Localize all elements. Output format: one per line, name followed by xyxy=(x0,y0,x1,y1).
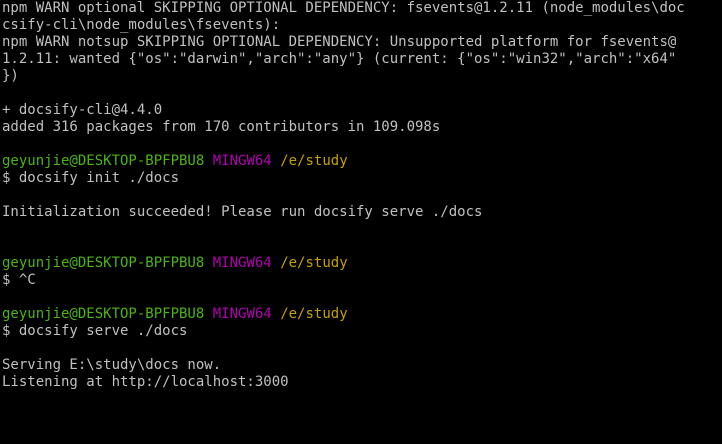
prompt-path: /e/study xyxy=(280,153,348,169)
output-line: csify-cli\node_modules\fsevents): xyxy=(2,17,281,33)
command-line: $ ^C xyxy=(2,272,36,288)
prompt-system: MINGW64 xyxy=(212,255,272,271)
prompt-line: geyunjie@DESKTOP-BPFPBU8 MINGW64 /e/stud… xyxy=(2,306,722,323)
prompt-user-host: geyunjie@DESKTOP-BPFPBU8 xyxy=(2,306,205,322)
output-line: Initialization succeeded! Please run doc… xyxy=(2,204,483,220)
prompt-system: MINGW64 xyxy=(212,306,272,322)
output-line: Serving E:\study\docs now. xyxy=(2,357,222,373)
output-line: 1.2.11: wanted {"os":"darwin","arch":"an… xyxy=(2,51,677,67)
prompt-line: geyunjie@DESKTOP-BPFPBU8 MINGW64 /e/stud… xyxy=(2,153,722,170)
prompt-path: /e/study xyxy=(280,306,348,322)
prompt-line: geyunjie@DESKTOP-BPFPBU8 MINGW64 /e/stud… xyxy=(2,255,722,272)
prompt-path: /e/study xyxy=(280,255,348,271)
output-line: }) xyxy=(2,68,19,84)
command-line: $ docsify serve ./docs xyxy=(2,323,188,339)
output-line: npm WARN notsup SKIPPING OPTIONAL DEPEND… xyxy=(2,34,677,50)
command-line: $ docsify init ./docs xyxy=(2,170,180,186)
output-line: + docsify-cli@4.4.0 xyxy=(2,102,163,118)
prompt-system: MINGW64 xyxy=(212,153,272,169)
output-line: npm WARN optional SKIPPING OPTIONAL DEPE… xyxy=(2,0,685,16)
prompt-user-host: geyunjie@DESKTOP-BPFPBU8 xyxy=(2,153,205,169)
terminal-window[interactable]: npm WARN optional SKIPPING OPTIONAL DEPE… xyxy=(0,0,722,444)
output-line: added 316 packages from 170 contributors… xyxy=(2,119,441,135)
output-line: Listening at http://localhost:3000 xyxy=(2,374,289,390)
prompt-user-host: geyunjie@DESKTOP-BPFPBU8 xyxy=(2,255,205,271)
